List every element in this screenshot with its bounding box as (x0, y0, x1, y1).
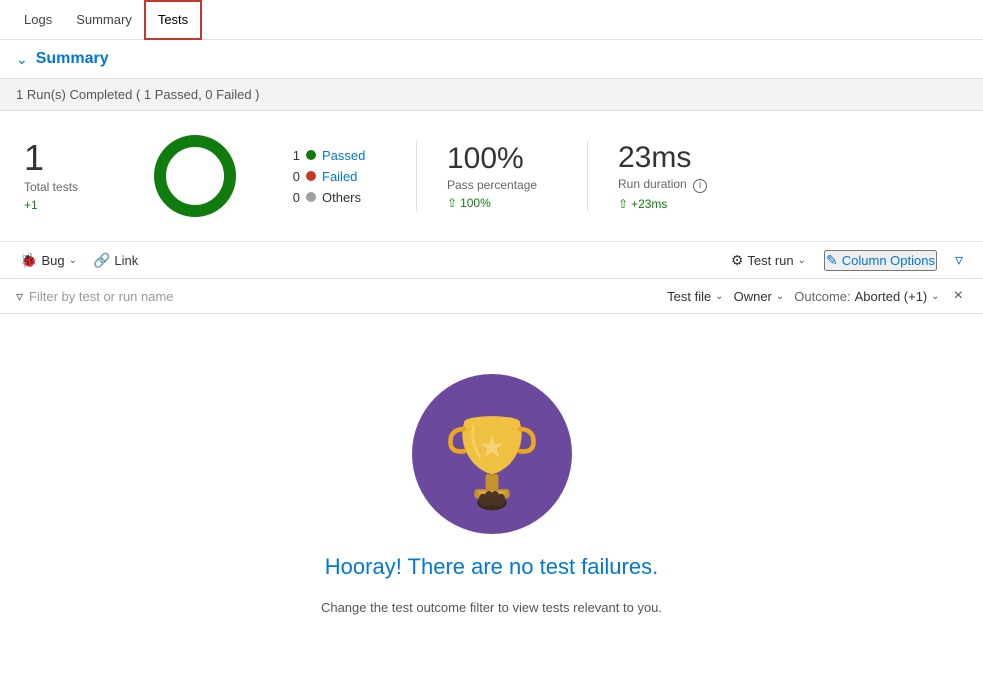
passed-count: 1 (286, 148, 300, 163)
outcome-value: Aborted (+1) (855, 289, 928, 304)
summary-title: Summary (36, 50, 109, 68)
column-options-button[interactable]: ✎ Column Options (824, 250, 937, 271)
hooray-message: Hooray! There are no test failures. (325, 554, 658, 580)
run-delta-arrow-icon: ⇧ (618, 197, 628, 211)
vertical-divider-2 (587, 141, 588, 211)
test-file-dropdown[interactable]: Test file ⌄ (667, 289, 723, 304)
trophy-illustration (412, 374, 572, 534)
pass-percentage-label: Pass percentage (447, 178, 557, 192)
total-tests-label: Total tests (24, 180, 104, 194)
owner-label: Owner (734, 289, 772, 304)
test-run-icon: ⚙ (731, 252, 744, 269)
passed-dot (306, 150, 316, 160)
filter-funnel-icon: ▿ (16, 288, 23, 305)
outcome-label: Outcome: (794, 289, 850, 304)
tab-summary[interactable]: Summary (64, 0, 144, 40)
others-dot (306, 192, 316, 202)
total-tests-block: 1 Total tests +1 (24, 140, 104, 212)
toolbar: 🐞 Bug ⌄ 🔗 Link ⚙ Test run ⌄ ✎ Column Opt… (0, 242, 983, 279)
tab-tests[interactable]: Tests (144, 0, 202, 40)
donut-chart (150, 131, 240, 221)
run-delta-value: +23ms (631, 197, 667, 211)
top-nav: Logs Summary Tests (0, 0, 983, 40)
test-run-button[interactable]: ⚙ Test run ⌄ (727, 250, 810, 271)
legend-failed: 0 Failed (286, 169, 386, 184)
outcome-chevron-icon: ⌄ (931, 291, 939, 302)
test-file-chevron-icon: ⌄ (715, 291, 723, 302)
failed-count: 0 (286, 169, 300, 184)
hooray-text-content: Hooray! There are no test failures. (325, 554, 658, 579)
tab-logs[interactable]: Logs (12, 0, 64, 40)
failed-label[interactable]: Failed (322, 169, 357, 184)
test-file-label: Test file (667, 289, 711, 304)
legend-passed: 1 Passed (286, 148, 386, 163)
passed-label[interactable]: Passed (322, 148, 365, 163)
test-run-chevron-icon: ⌄ (798, 255, 806, 266)
others-label[interactable]: Others (322, 190, 361, 205)
owner-dropdown[interactable]: Owner ⌄ (734, 289, 785, 304)
run-info-text: 1 Run(s) Completed ( 1 Passed, 0 Failed … (16, 87, 260, 102)
pass-percentage-block: 100% Pass percentage ⇧ 100% (447, 142, 557, 210)
filter-bar: ▿ Filter by test or run name Test file ⌄… (0, 279, 983, 314)
filter-placeholder[interactable]: Filter by test or run name (29, 289, 174, 304)
bug-chevron-icon: ⌄ (69, 255, 77, 266)
column-options-label: Column Options (842, 253, 935, 268)
sub-message: Change the test outcome filter to view t… (321, 600, 662, 615)
total-tests-delta: +1 (24, 198, 104, 212)
chevron-down-icon[interactable]: ⌄ (16, 51, 28, 68)
link-label: Link (114, 253, 138, 268)
owner-chevron-icon: ⌄ (776, 291, 784, 302)
trophy-svg (437, 394, 547, 514)
test-run-label: Test run (747, 253, 793, 268)
bug-button[interactable]: 🐞 Bug ⌄ (16, 250, 81, 271)
run-duration-delta: ⇧ +23ms (618, 197, 728, 211)
filter-right: Test file ⌄ Owner ⌄ Outcome: Aborted (+1… (667, 285, 967, 307)
run-duration-label: Run duration i (618, 177, 728, 193)
close-filter-button[interactable]: × (950, 285, 967, 307)
total-tests-count: 1 (24, 140, 104, 176)
pass-delta-value: 100% (460, 196, 491, 210)
run-duration-value: 23ms (618, 141, 728, 175)
others-count: 0 (286, 190, 300, 205)
outcome-filter[interactable]: Outcome: Aborted (+1) ⌄ (794, 289, 939, 304)
bug-icon: 🐞 (20, 252, 37, 269)
vertical-divider-1 (416, 141, 417, 211)
toolbar-left: 🐞 Bug ⌄ 🔗 Link (16, 250, 142, 271)
pass-percentage-delta: ⇧ 100% (447, 196, 557, 210)
run-duration-block: 23ms Run duration i ⇧ +23ms (618, 141, 728, 211)
stats-section: 1 Total tests +1 1 Passed 0 Failed 0 Oth… (0, 111, 983, 242)
legend-others: 0 Others (286, 190, 386, 205)
run-info-bar: 1 Run(s) Completed ( 1 Passed, 0 Failed … (0, 79, 983, 111)
link-icon: 🔗 (93, 252, 110, 269)
column-options-icon: ✎ (826, 252, 838, 269)
summary-section-header: ⌄ Summary (0, 40, 983, 79)
pass-percentage-value: 100% (447, 142, 557, 176)
main-content: Hooray! There are no test failures. Chan… (0, 314, 983, 655)
run-duration-info-icon[interactable]: i (693, 179, 707, 193)
filter-input-area: ▿ Filter by test or run name (16, 288, 655, 305)
toolbar-right: ⚙ Test run ⌄ ✎ Column Options ▿ (727, 248, 967, 272)
pass-delta-arrow-icon: ⇧ (447, 196, 457, 210)
bug-label: Bug (41, 253, 64, 268)
link-button[interactable]: 🔗 Link (89, 250, 142, 271)
failed-dot (306, 171, 316, 181)
legend-block: 1 Passed 0 Failed 0 Others (286, 148, 386, 205)
filter-icon-button[interactable]: ▿ (951, 248, 967, 272)
